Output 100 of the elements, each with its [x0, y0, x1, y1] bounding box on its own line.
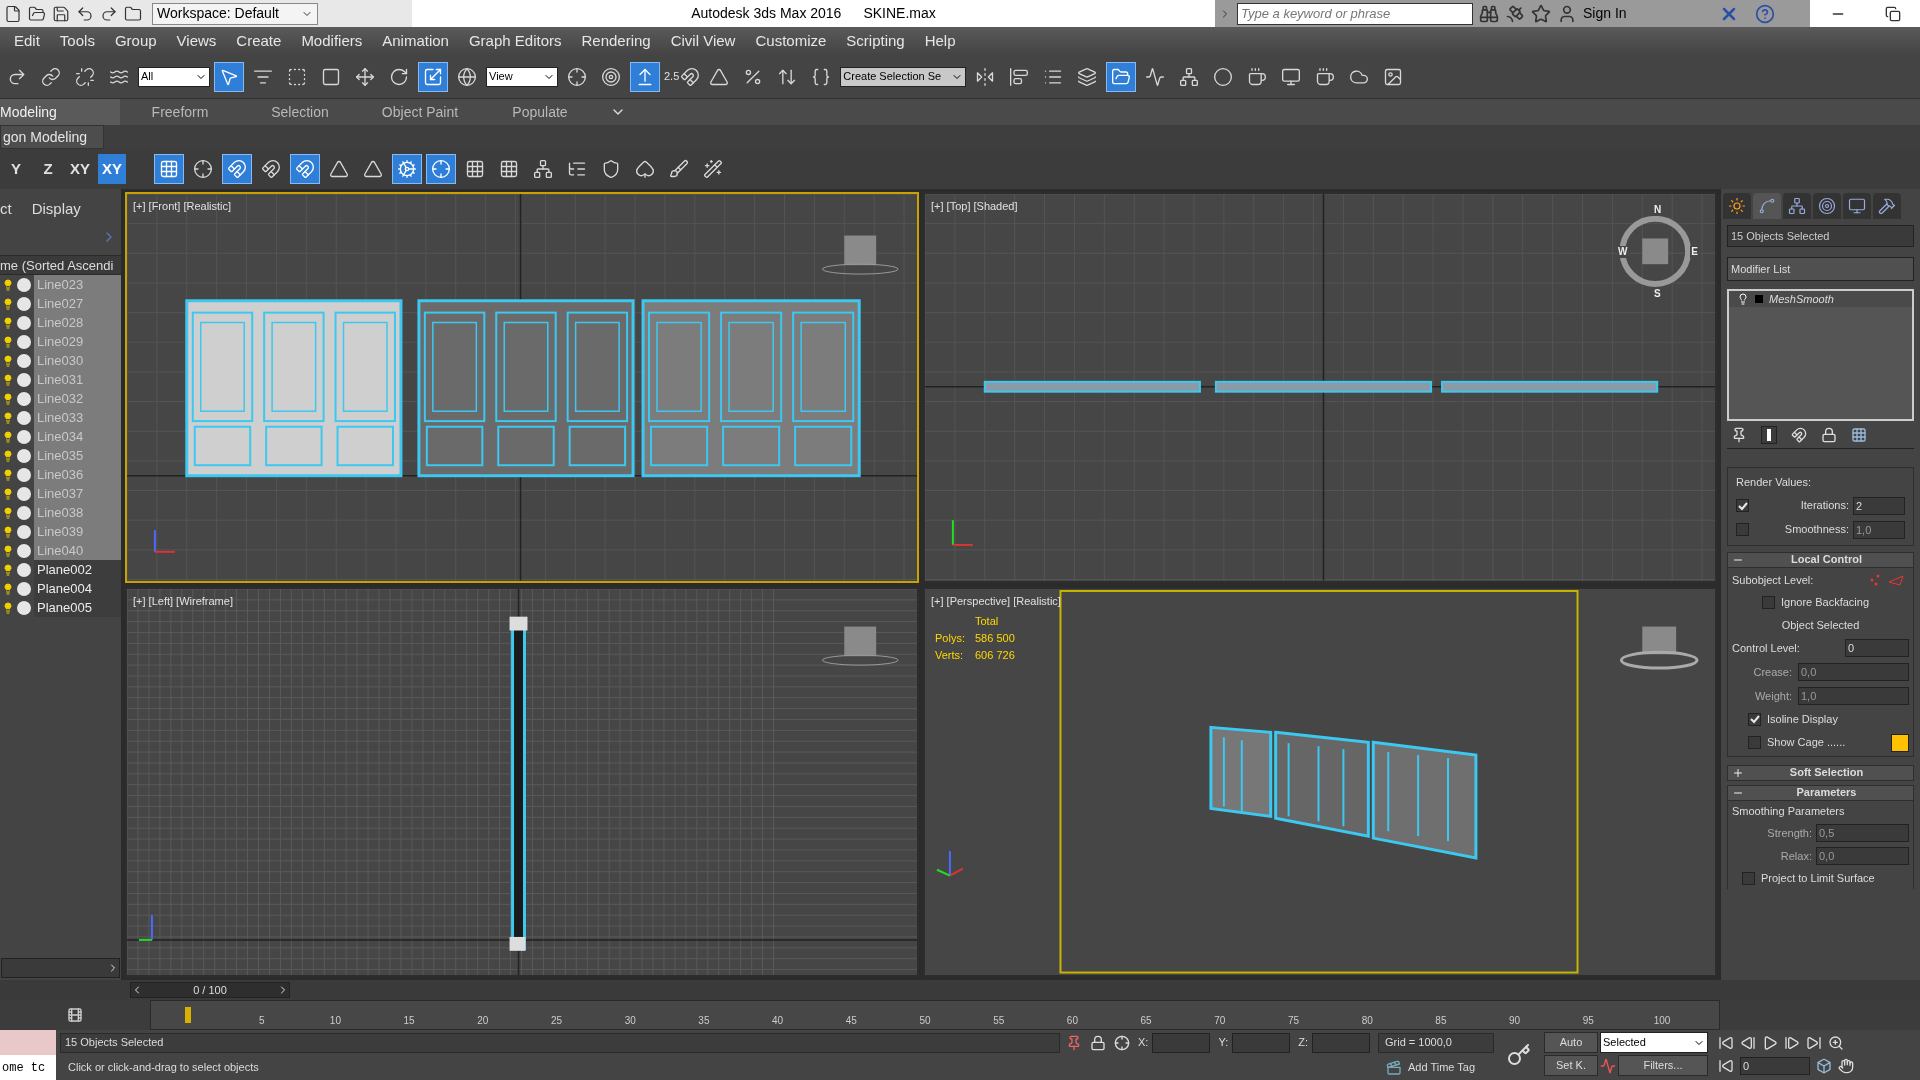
- tick-label: 40: [772, 1014, 784, 1028]
- rollout-header[interactable]: Local Control: [1727, 551, 1914, 568]
- search-field[interactable]: Type a keyword or phrase: [1237, 2, 1473, 25]
- dropdown[interactable]: All: [138, 66, 210, 87]
- scene-item[interactable]: Plane004: [34, 579, 121, 598]
- menu-item[interactable]: Help: [914, 29, 966, 53]
- stats-label: Verts:: [935, 647, 965, 663]
- menu-item[interactable]: Rendering: [571, 29, 661, 53]
- menu-item[interactable]: Graph Editors: [458, 29, 572, 53]
- tick-label: 90: [1509, 1014, 1521, 1028]
- viewport-label[interactable]: [+] [Front] [Realistic]: [133, 198, 232, 215]
- tick-label: 30: [624, 1014, 636, 1028]
- tick-label: 65: [1140, 1014, 1152, 1028]
- menu-item[interactable]: Group: [104, 29, 167, 53]
- sign-in-link[interactable]: Sign In: [1583, 3, 1713, 24]
- value-field[interactable]: 0: [1845, 639, 1909, 657]
- set-key-button[interactable]: Set K.: [1544, 1055, 1598, 1076]
- toolbar-button[interactable]: 2.5: [664, 61, 701, 92]
- menu-item[interactable]: Create: [226, 29, 292, 53]
- compass-label: E: [1690, 246, 1699, 258]
- coord-label: Y:: [1218, 1035, 1229, 1051]
- group-label: Smoothing Parameters: [1732, 803, 1846, 819]
- viewport[interactable]: [+] [Front] [Realistic]: [125, 192, 919, 583]
- stats-label: Polys:: [935, 630, 966, 646]
- menu-item[interactable]: Modifiers: [291, 29, 373, 53]
- viewport-label[interactable]: [+] [Perspective] [Realistic]: [931, 592, 1061, 609]
- ribbon-tab[interactable]: Object Paint: [360, 99, 480, 125]
- axis-button[interactable]: Z: [34, 154, 62, 184]
- tick-label: 55: [993, 1014, 1005, 1028]
- ribbon-tab[interactable]: Freeform: [120, 99, 240, 125]
- field-label: Crease:: [1752, 664, 1792, 680]
- tick-label: 75: [1287, 1014, 1300, 1028]
- value-field[interactable]: 2: [1853, 496, 1905, 515]
- scene-item[interactable]: Plane002: [34, 560, 121, 579]
- checkbox-label: Project to Limit Surface: [1761, 871, 1875, 886]
- listener-field[interactable]: ome tc: [0, 1055, 56, 1080]
- checkbox-label: Show Cage ......: [1767, 735, 1847, 751]
- viewport[interactable]: [+] [Perspective] [Realistic] Total Polys: 586 500 Verts: 606 726: [923, 586, 1717, 977]
- ribbon-tab[interactable]: Populate: [480, 99, 600, 125]
- selection-set-field[interactable]: Create Selection Se: [840, 66, 967, 87]
- tick-label: 70: [1214, 1014, 1226, 1028]
- add-time-tag-button[interactable]: Add Time Tag: [1408, 1059, 1476, 1076]
- menu-item[interactable]: Tools: [49, 29, 105, 53]
- tick-label: 45: [845, 1014, 857, 1028]
- axis-button[interactable]: XY: [66, 154, 94, 184]
- scene-item[interactable]: Plane005: [34, 598, 121, 617]
- field-label: Weight:: [1753, 688, 1792, 704]
- value-field[interactable]: 1,0: [1853, 520, 1905, 539]
- column-header[interactable]: me (Sorted Ascendi: [0, 255, 121, 275]
- coord-label: X:: [1138, 1035, 1149, 1051]
- menu-item[interactable]: Views: [166, 29, 227, 53]
- axis-button[interactable]: XY: [98, 154, 126, 184]
- modifier-stack[interactable]: MeshSmooth: [1727, 289, 1914, 421]
- compass-label: W: [1617, 246, 1629, 258]
- ribbon-tab[interactable]: Modeling: [0, 99, 120, 125]
- rollout-header[interactable]: Parameters: [1727, 784, 1914, 801]
- file-name: SKINE.max: [863, 4, 936, 23]
- field-label: Smoothness:: [1783, 522, 1849, 538]
- ribbon-tab[interactable]: Selection: [240, 99, 360, 125]
- key-filter-dropdown[interactable]: Selected: [1600, 1032, 1708, 1053]
- workspace-dropdown[interactable]: Workspace: Default: [152, 2, 318, 25]
- viewport[interactable]: [+] [Top] [Shaded] N W E S: [923, 192, 1717, 583]
- stats-value: 586 500: [975, 630, 1015, 646]
- field-label: Control Level:: [1732, 640, 1800, 656]
- tick-label: 35: [698, 1014, 710, 1028]
- menu-item[interactable]: Customize: [745, 29, 837, 53]
- track-bar[interactable]: 5 10 15 20 25 30 35 40 45 50 55 60 65 70 75 80 85 90 95 100: [150, 1000, 1720, 1030]
- ribbon-panel-title[interactable]: gon Modeling: [0, 125, 104, 149]
- field-label: Relax:: [1779, 848, 1812, 864]
- viewport-label[interactable]: [+] [Top] [Shaded]: [931, 198, 1018, 215]
- filters-button[interactable]: Filters...: [1618, 1055, 1708, 1076]
- viewport[interactable]: [+] [Left] [Wireframe]: [125, 586, 919, 977]
- frame-field[interactable]: 0: [1740, 1056, 1810, 1075]
- tick-label: 85: [1435, 1014, 1447, 1028]
- field-label: Subobject Level:: [1732, 572, 1814, 588]
- stats-title: Total: [974, 613, 1000, 629]
- menu-item[interactable]: Scripting: [836, 29, 915, 53]
- checkbox-label: Isoline Display: [1767, 712, 1838, 727]
- tick-label: 25: [550, 1014, 563, 1028]
- menu-item[interactable]: Animation: [372, 29, 459, 53]
- modifier-list-dropdown[interactable]: Modifier List: [1727, 257, 1914, 281]
- grid-size: Grid = 1000,0: [1378, 1032, 1494, 1053]
- dropdown[interactable]: View: [486, 66, 558, 87]
- menu-item[interactable]: Edit: [4, 29, 50, 53]
- prompt-text: Click or click-and-drag to select objects: [67, 1060, 260, 1076]
- compass-label: S: [1653, 288, 1662, 300]
- frame-counter[interactable]: 0 / 100: [130, 982, 290, 998]
- tick-label: 10: [329, 1014, 341, 1028]
- explorer-tab[interactable]: ct: [0, 197, 12, 221]
- menu-item[interactable]: Civil View: [660, 29, 746, 53]
- field-label: Iterations:: [1799, 498, 1849, 514]
- rollout-header[interactable]: Soft Selection: [1727, 764, 1914, 781]
- object-name-field[interactable]: 15 Objects Selected: [1727, 225, 1914, 247]
- tick-label: 60: [1066, 1014, 1078, 1028]
- explorer-tab[interactable]: Display: [31, 197, 81, 221]
- tick-label: 20: [477, 1014, 489, 1028]
- compass-label: N: [1653, 204, 1663, 216]
- viewport-label[interactable]: [+] [Left] [Wireframe]: [133, 592, 233, 609]
- axis-button[interactable]: Y: [2, 154, 30, 184]
- auto-key-button[interactable]: Auto: [1544, 1032, 1598, 1053]
